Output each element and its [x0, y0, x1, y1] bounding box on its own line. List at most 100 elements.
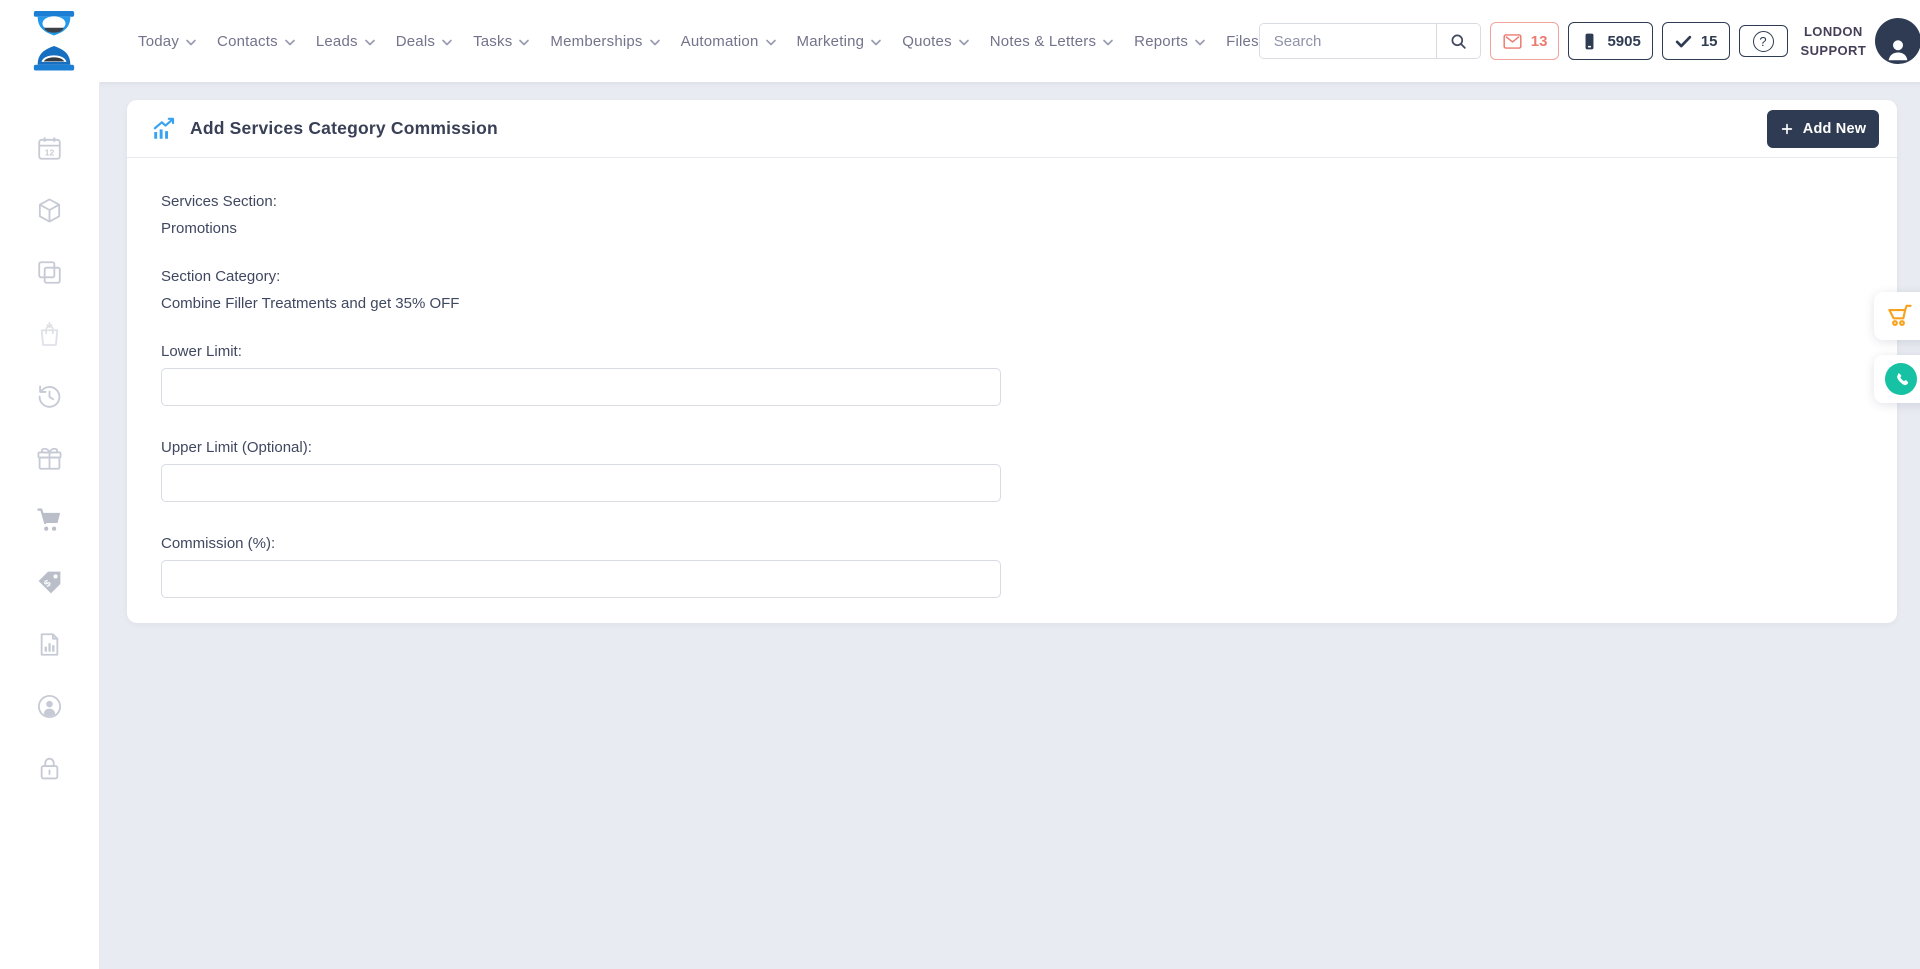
main-nav: Today Contacts Leads Deals Tasks Members…	[138, 33, 1259, 50]
chevron-down-icon	[1195, 39, 1205, 46]
history-clock-icon	[35, 382, 64, 411]
chevron-down-icon	[871, 39, 881, 46]
services-section-value: Promotions	[161, 220, 237, 237]
sidebar-item-lock[interactable]	[35, 754, 65, 783]
nav-item-contacts[interactable]: Contacts	[217, 33, 295, 50]
copy-layers-icon	[35, 258, 64, 287]
upper-limit-input[interactable]	[161, 464, 1001, 502]
sidebar-item-cart[interactable]	[35, 506, 65, 535]
cart-quick-button[interactable]	[1874, 292, 1920, 340]
app-logo[interactable]	[30, 11, 78, 71]
section-category-group: Section Category: Combine Filler Treatme…	[161, 268, 1863, 313]
checkmark-icon	[1674, 32, 1693, 51]
user-circle-icon	[35, 692, 64, 721]
commission-form: Services Section: Promotions Section Cat…	[127, 158, 1897, 598]
question-mark-icon: ?	[1753, 31, 1774, 52]
mail-notifications-badge[interactable]: 13	[1490, 22, 1560, 60]
package-cube-icon	[35, 196, 64, 225]
nav-item-marketing[interactable]: Marketing	[797, 33, 882, 50]
nav-item-automation[interactable]: Automation	[681, 33, 776, 50]
chevron-down-icon	[519, 39, 529, 46]
check-count: 15	[1701, 33, 1718, 50]
person-icon	[1883, 34, 1913, 64]
price-tag-icon: $	[35, 568, 64, 597]
chevron-down-icon	[959, 39, 969, 46]
commission-label: Commission (%):	[161, 535, 1863, 552]
chevron-down-icon	[186, 39, 196, 46]
hourglass-logo-icon	[30, 11, 78, 71]
sidebar-item-package[interactable]	[35, 196, 65, 225]
chart-growth-icon	[151, 116, 177, 142]
nav-item-leads[interactable]: Leads	[316, 33, 375, 50]
add-new-button[interactable]: Add New	[1767, 110, 1879, 148]
upper-limit-label: Upper Limit (Optional):	[161, 439, 1863, 456]
sidebar-item-gift[interactable]	[35, 444, 65, 473]
content-area: Add Services Category Commission Add New…	[100, 82, 1920, 969]
nav-item-reports[interactable]: Reports	[1134, 33, 1205, 50]
left-sidebar: 12	[0, 82, 100, 969]
calendar-icon: 12	[35, 134, 64, 163]
phone-calls-badge[interactable]: 5905	[1568, 22, 1652, 60]
avatar[interactable]	[1875, 18, 1920, 64]
mail-count: 13	[1531, 33, 1548, 50]
sidebar-item-copy[interactable]	[35, 258, 65, 287]
help-button[interactable]: ?	[1739, 25, 1788, 57]
section-category-value: Combine Filler Treatments and get 35% OF…	[161, 295, 459, 312]
chevron-down-icon	[650, 39, 660, 46]
envelope-icon	[1502, 31, 1523, 52]
phone-icon	[1893, 371, 1910, 388]
nav-item-today[interactable]: Today	[138, 33, 196, 50]
chevron-down-icon	[442, 39, 452, 46]
global-search	[1259, 23, 1481, 59]
chevron-down-icon	[1103, 39, 1113, 46]
lower-limit-group: Lower Limit:	[161, 343, 1863, 406]
search-button[interactable]	[1436, 24, 1480, 58]
card-header: Add Services Category Commission Add New	[127, 100, 1897, 158]
chevron-down-icon	[766, 39, 776, 46]
lower-limit-input[interactable]	[161, 368, 1001, 406]
nav-item-memberships[interactable]: Memberships	[550, 33, 659, 50]
upper-limit-group: Upper Limit (Optional):	[161, 439, 1863, 502]
nav-item-quotes[interactable]: Quotes	[902, 33, 969, 50]
search-input[interactable]	[1260, 24, 1436, 58]
plus-icon	[1780, 122, 1794, 136]
services-section-label: Services Section:	[161, 193, 1863, 210]
phone-bubble	[1885, 363, 1917, 395]
sidebar-item-price-tag[interactable]: $	[35, 568, 65, 597]
call-quick-button[interactable]	[1874, 355, 1920, 403]
nav-item-notes-letters[interactable]: Notes & Letters	[990, 33, 1113, 50]
lock-icon	[35, 754, 64, 783]
mobile-phone-icon	[1580, 31, 1599, 52]
shopping-bag-icon	[35, 320, 64, 349]
shopping-cart-icon	[35, 506, 64, 535]
report-document-icon	[35, 630, 64, 659]
search-icon	[1449, 32, 1468, 51]
nav-item-tasks[interactable]: Tasks	[473, 33, 529, 50]
header-right-cluster: 13 5905 15 ? LONDON SUPPORT	[1259, 18, 1920, 64]
user-name: LONDON SUPPORT	[1801, 22, 1867, 61]
gift-icon	[35, 444, 64, 473]
sidebar-item-history[interactable]	[35, 382, 65, 411]
calendar-day-label: 12	[45, 147, 55, 157]
commission-card: Add Services Category Commission Add New…	[127, 100, 1897, 623]
section-category-label: Section Category:	[161, 268, 1863, 285]
commission-group: Commission (%):	[161, 535, 1863, 598]
sidebar-item-shopping-bag[interactable]	[35, 320, 65, 349]
page-title: Add Services Category Commission	[190, 118, 498, 139]
cart-icon	[1885, 301, 1915, 331]
top-header: Today Contacts Leads Deals Tasks Members…	[0, 0, 1920, 82]
sidebar-item-calendar[interactable]: 12	[35, 134, 65, 163]
phone-count: 5905	[1607, 33, 1640, 50]
chevron-down-icon	[365, 39, 375, 46]
app-window: Today Contacts Leads Deals Tasks Members…	[0, 0, 1920, 969]
commission-input[interactable]	[161, 560, 1001, 598]
page-title-wrap: Add Services Category Commission	[151, 116, 498, 142]
tasks-done-badge[interactable]: 15	[1662, 22, 1730, 60]
services-section-group: Services Section: Promotions	[161, 193, 1863, 238]
chevron-down-icon	[285, 39, 295, 46]
lower-limit-label: Lower Limit:	[161, 343, 1863, 360]
nav-item-files[interactable]: Files	[1226, 33, 1259, 50]
nav-item-deals[interactable]: Deals	[396, 33, 452, 50]
sidebar-item-report[interactable]	[35, 630, 65, 659]
sidebar-item-account[interactable]	[35, 692, 65, 721]
